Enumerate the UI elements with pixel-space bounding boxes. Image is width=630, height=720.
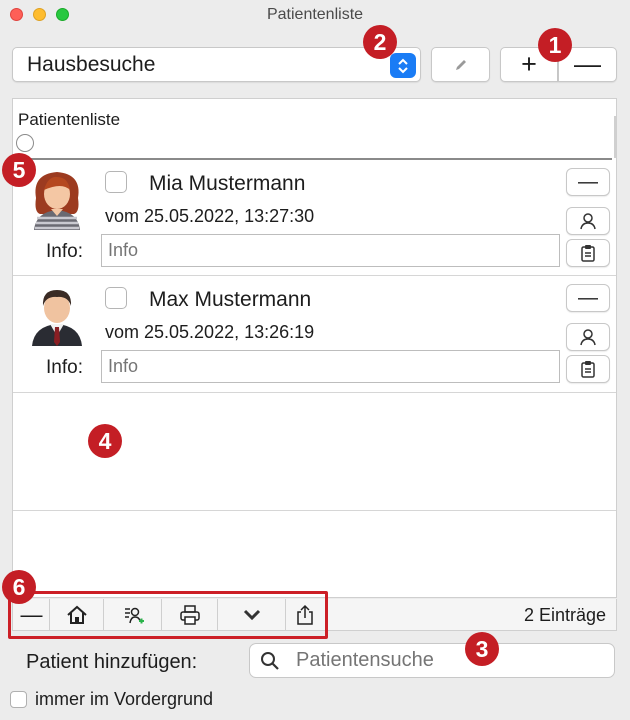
info-label: Info: xyxy=(46,241,83,262)
clipboard-icon xyxy=(581,361,595,378)
info-field[interactable] xyxy=(101,234,560,267)
toolbar-highlight-frame xyxy=(8,591,328,639)
person-icon xyxy=(580,329,596,346)
minus-icon: — xyxy=(578,170,598,193)
search-icon xyxy=(261,652,279,670)
minus-icon: — xyxy=(578,286,598,309)
remove-patient-button[interactable]: — xyxy=(566,168,610,196)
edit-list-button[interactable] xyxy=(431,47,490,82)
callout-badge: 4 xyxy=(88,424,122,458)
patient-record-button[interactable] xyxy=(566,239,610,267)
patient-date: vom 25.05.2022, 13:26:19 xyxy=(105,322,315,342)
info-label: Info: xyxy=(46,357,83,378)
zoom-window-button[interactable] xyxy=(56,8,69,21)
patient-list-select[interactable]: Hausbesuche xyxy=(12,47,421,82)
foreground-label: immer im Vordergrund xyxy=(35,689,214,709)
add-patient-label: Patient hinzufügen: xyxy=(26,651,198,673)
minimize-window-button[interactable] xyxy=(33,8,46,21)
entries-count: 2 Einträge xyxy=(523,605,606,625)
patient-list-panel xyxy=(12,98,617,598)
window-titlebar: Patientenliste xyxy=(0,0,630,30)
header-divider xyxy=(13,158,612,160)
person-icon xyxy=(580,213,596,230)
plus-icon: + xyxy=(521,49,537,79)
window-title: Patientenliste xyxy=(266,6,364,23)
info-field[interactable] xyxy=(101,350,560,383)
clipboard-icon xyxy=(581,245,595,262)
patient-list-select-value: Hausbesuche xyxy=(27,52,156,76)
callout-badge: 1 xyxy=(538,28,572,62)
select-all-radio[interactable] xyxy=(16,134,34,152)
patient-details-button[interactable] xyxy=(566,323,610,351)
row-divider xyxy=(13,510,616,511)
callout-badge: 2 xyxy=(363,25,397,59)
foreground-checkbox[interactable] xyxy=(10,691,27,708)
patient-date: vom 25.05.2022, 13:27:30 xyxy=(105,206,315,226)
row-divider xyxy=(13,392,616,393)
remove-patient-button[interactable]: — xyxy=(566,284,610,312)
patient-record-button[interactable] xyxy=(566,355,610,383)
minus-icon: — xyxy=(574,49,601,79)
patient-checkbox[interactable] xyxy=(105,171,127,193)
female-avatar-icon xyxy=(34,172,80,230)
patient-name: Mia Mustermann xyxy=(149,172,306,195)
patient-checkbox[interactable] xyxy=(105,287,127,309)
callout-badge: 3 xyxy=(465,632,499,666)
patient-name: Max Mustermann xyxy=(149,288,312,311)
callout-badge: 5 xyxy=(2,153,36,187)
male-avatar-icon xyxy=(32,290,82,346)
row-divider xyxy=(13,275,616,276)
close-window-button[interactable] xyxy=(10,8,23,21)
updown-arrows-icon xyxy=(390,53,416,78)
list-column-header: Patientenliste xyxy=(18,110,121,129)
column-resize-handle[interactable] xyxy=(614,116,616,158)
patient-details-button[interactable] xyxy=(566,207,610,235)
callout-badge: 6 xyxy=(2,570,36,604)
pencil-icon xyxy=(455,59,466,70)
patient-search-input[interactable] xyxy=(296,644,596,677)
